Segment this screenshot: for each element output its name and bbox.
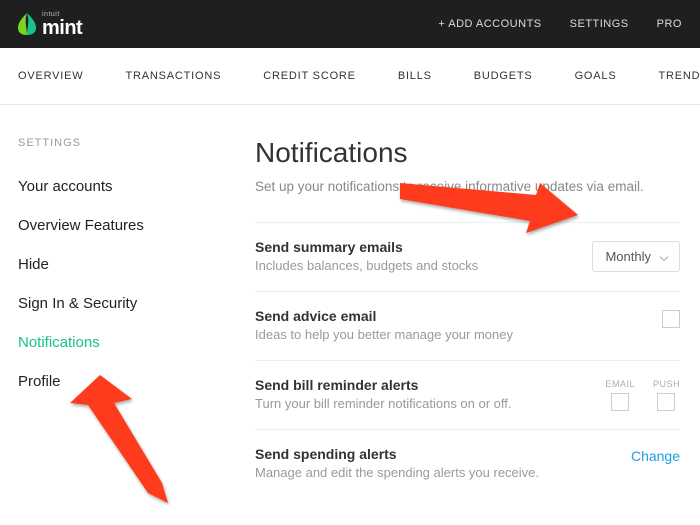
- chevron-down-icon: [659, 249, 669, 264]
- logo[interactable]: intuit mint: [18, 11, 82, 38]
- setting-title: Send advice email: [255, 308, 662, 324]
- checkbox-label-push: PUSH: [653, 379, 680, 389]
- checkbox-label-email: EMAIL: [605, 379, 635, 389]
- page-title: Notifications: [255, 137, 680, 169]
- profile-link[interactable]: PRO: [657, 18, 682, 30]
- sidebar-item-overview-features[interactable]: Overview Features: [18, 206, 215, 245]
- bill-reminder-email-checkbox[interactable]: [611, 393, 629, 411]
- topbar: intuit mint + ADD ACCOUNTS SETTINGS PRO: [0, 0, 700, 48]
- setting-title: Send spending alerts: [255, 446, 631, 462]
- bill-reminder-push-checkbox[interactable]: [657, 393, 675, 411]
- setting-title: Send summary emails: [255, 239, 592, 255]
- sidebar-item-your-accounts[interactable]: Your accounts: [18, 167, 215, 206]
- logo-brand: mint: [42, 18, 82, 38]
- logo-text: intuit mint: [42, 11, 82, 38]
- setting-summary-emails: Send summary emails Includes balances, b…: [255, 222, 680, 291]
- tab-credit-score[interactable]: CREDIT SCORE: [263, 48, 356, 104]
- tab-transactions[interactable]: TRANSACTIONS: [126, 48, 222, 104]
- settings-link[interactable]: SETTINGS: [570, 18, 629, 30]
- add-accounts-link[interactable]: + ADD ACCOUNTS: [438, 18, 541, 30]
- tab-overview[interactable]: OVERVIEW: [18, 48, 84, 104]
- tab-bills[interactable]: BILLS: [398, 48, 432, 104]
- select-value: Monthly: [605, 249, 651, 264]
- page-subtitle: Set up your notifications to receive inf…: [255, 179, 680, 194]
- tab-trends[interactable]: TRENDS: [658, 48, 700, 104]
- setting-bill-reminder: Send bill reminder alerts Turn your bill…: [255, 360, 680, 429]
- setting-desc: Ideas to help you better manage your mon…: [255, 327, 662, 342]
- settings-sidebar: SETTINGS Your accounts Overview Features…: [0, 105, 215, 498]
- sidebar-title: SETTINGS: [18, 137, 215, 149]
- sidebar-item-hide[interactable]: Hide: [18, 245, 215, 284]
- tab-goals[interactable]: GOALS: [575, 48, 617, 104]
- sidebar-item-signin-security[interactable]: Sign In & Security: [18, 284, 215, 323]
- setting-advice-email: Send advice email Ideas to help you bett…: [255, 291, 680, 360]
- setting-desc: Manage and edit the spending alerts you …: [255, 465, 631, 480]
- mint-leaf-icon: [18, 13, 36, 35]
- setting-title: Send bill reminder alerts: [255, 377, 605, 393]
- sidebar-item-profile[interactable]: Profile: [18, 362, 215, 401]
- sidebar-item-notifications[interactable]: Notifications: [18, 323, 215, 362]
- setting-desc: Includes balances, budgets and stocks: [255, 258, 592, 273]
- nav-tabs: OVERVIEW TRANSACTIONS CREDIT SCORE BILLS…: [0, 48, 700, 105]
- advice-email-checkbox[interactable]: [662, 310, 680, 328]
- main-panel: Notifications Set up your notifications …: [215, 105, 700, 498]
- spending-alerts-change-link[interactable]: Change: [631, 448, 680, 464]
- setting-desc: Turn your bill reminder notifications on…: [255, 396, 605, 411]
- tab-budgets[interactable]: BUDGETS: [474, 48, 533, 104]
- setting-spending-alerts: Send spending alerts Manage and edit the…: [255, 429, 680, 498]
- summary-frequency-select[interactable]: Monthly: [592, 241, 680, 272]
